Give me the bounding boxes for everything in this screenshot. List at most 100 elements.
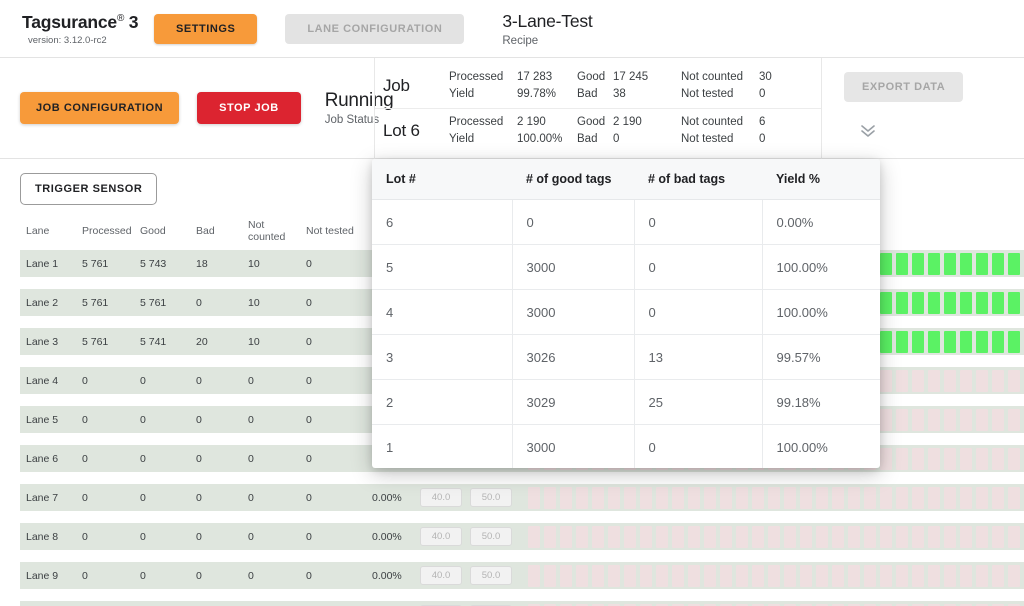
- lane-bar: [992, 330, 1004, 353]
- settings-button[interactable]: SETTINGS: [154, 13, 258, 44]
- lot-row[interactable]: 3 3026 13 99.57%: [372, 334, 880, 380]
- lane-bar: [656, 525, 668, 548]
- lane-bar: [880, 291, 892, 314]
- lane-cell-lane: Lane 7: [26, 491, 59, 504]
- lane-cell-not-tested: 0: [306, 491, 312, 504]
- lane-bar: [608, 564, 620, 587]
- lane-bar: [960, 447, 972, 470]
- lane-bar: [560, 486, 572, 509]
- lower-threshold-input[interactable]: 40.0: [420, 566, 462, 585]
- stop-job-button[interactable]: STOP JOB: [197, 92, 301, 124]
- app-title: Tagsurance® 3: [22, 12, 148, 33]
- lot-row[interactable]: 6 0 0 0.00%: [372, 199, 880, 245]
- lane-bar: [912, 252, 924, 275]
- lane-cell-lane: Lane 10: [20, 601, 76, 606]
- lane-bar: [992, 408, 1004, 431]
- double-chevron-down-icon[interactable]: [856, 120, 880, 142]
- lane-row[interactable]: Lane 9 0 0 0 0 0 0.00% 40.0 50.0: [20, 562, 1024, 589]
- lot-column-header[interactable]: # of good tags: [512, 159, 634, 200]
- stat-scope-label: Job: [383, 75, 410, 95]
- lot-cell-lot: 3: [372, 334, 513, 380]
- lane-bar: [960, 369, 972, 392]
- lane-bar: [928, 291, 940, 314]
- stat-line: Not tested 0: [681, 131, 789, 148]
- lane-bar: [832, 486, 844, 509]
- stat-line: Processed 2 190: [449, 114, 577, 131]
- lane-bar: [1008, 291, 1020, 314]
- lane-bar: [864, 564, 876, 587]
- lane-configuration-button: LANE CONFIGURATION: [285, 13, 465, 44]
- lot-table: Lot # # of good tags # of bad tags Yield % …: [372, 159, 880, 468]
- lane-row[interactable]: Lane 8 0 0 0 0 0 0.00% 40.0 50.0: [20, 523, 1024, 550]
- lane-bar: [608, 525, 620, 548]
- lane-cell-lane: Lane 2: [26, 296, 59, 309]
- job-configuration-button[interactable]: JOB CONFIGURATION: [20, 92, 180, 124]
- lane-bar: [1008, 408, 1020, 431]
- lane-cell-not-tested: 0: [306, 413, 312, 426]
- lane-bar: [672, 486, 684, 509]
- lane-cell-bad: 0: [196, 374, 202, 387]
- lane-cell-good: 5 741: [140, 335, 167, 348]
- lane-threshold-cell: 40.0: [414, 484, 464, 511]
- lane-row[interactable]: Lane 10000000.00%40.050.0: [20, 601, 1024, 606]
- lane-bar: [768, 486, 780, 509]
- stat-key: Good: [577, 116, 606, 128]
- lot-cell-bad: 0: [634, 244, 763, 290]
- upper-threshold-input[interactable]: 50.0: [470, 566, 512, 585]
- lane-bar: [976, 330, 988, 353]
- trigger-sensor-button[interactable]: TRIGGER SENSOR: [20, 173, 158, 205]
- lane-bar: [688, 486, 700, 509]
- stat-key: Good: [577, 70, 606, 83]
- lane-cell-processed: 0: [82, 374, 88, 387]
- top-header-bar: Tagsurance® 3 version: 3.12.0-rc2 SETTIN…: [0, 0, 1024, 58]
- lane-cell-good: 0: [140, 374, 146, 387]
- upper-threshold-input[interactable]: 50.0: [470, 488, 512, 507]
- stat-value: 2 190: [517, 116, 546, 128]
- lane-bar: [848, 486, 860, 509]
- lane-cell-processed: 0: [76, 601, 134, 606]
- lane-bar: [944, 525, 956, 548]
- lane-bar: [992, 291, 1004, 314]
- upper-threshold-input[interactable]: 50.0: [470, 527, 512, 546]
- lane-bar: [624, 486, 636, 509]
- lane-bar: [912, 291, 924, 314]
- lane-cell-lane: Lane 4: [26, 374, 59, 387]
- lane-bar-strip: [528, 564, 1024, 587]
- stat-line: Bad 0: [577, 131, 681, 148]
- stat-value: 0: [759, 133, 766, 145]
- stat-value: 6: [759, 116, 766, 128]
- lane-bar: [544, 486, 556, 509]
- lot-cell-bad: 25: [634, 379, 763, 425]
- stat-pair: Good 2 190 Bad 0: [577, 114, 681, 148]
- lane-bar: [896, 369, 908, 392]
- lot-cell-good: 3029: [512, 379, 635, 425]
- lot-column-header[interactable]: Yield %: [762, 159, 880, 200]
- lane-bar: [992, 525, 1004, 548]
- lot-cell-lot: 6: [372, 199, 513, 245]
- lower-threshold-input[interactable]: 40.0: [420, 488, 462, 507]
- lot-table-header: Lot # # of good tags # of bad tags Yield %: [372, 159, 880, 200]
- lane-bar: [944, 291, 956, 314]
- lane-bar: [880, 252, 892, 275]
- stat-line: Not counted 6: [681, 114, 789, 131]
- lot-row[interactable]: 4 3000 0 100.00%: [372, 289, 880, 335]
- lane-bar-chart-cell: [522, 484, 1024, 511]
- stat-pair: Processed 2 190 Yield 100.00%: [449, 114, 577, 148]
- lane-bar: [752, 486, 764, 509]
- lane-bar: [976, 291, 988, 314]
- lot-column-header[interactable]: # of bad tags: [634, 159, 762, 200]
- lane-cell-good: 0: [140, 413, 146, 426]
- lane-bar: [720, 486, 732, 509]
- stat-key: Processed: [449, 116, 504, 128]
- lot-row[interactable]: 2 3029 25 99.18%: [372, 379, 880, 425]
- lot-column-header[interactable]: Lot #: [372, 159, 512, 200]
- lower-threshold-input[interactable]: 40.0: [420, 527, 462, 546]
- lane-bar: [928, 447, 940, 470]
- lot-cell-bad: 0: [634, 199, 763, 245]
- lane-bar: [896, 525, 908, 548]
- lot-row[interactable]: 1 3000 0 100.00%: [372, 424, 880, 468]
- lane-bar: [800, 486, 812, 509]
- lane-row[interactable]: Lane 7 0 0 0 0 0 0.00% 40.0 50.0: [20, 484, 1024, 511]
- lane-bar: [912, 369, 924, 392]
- lot-row[interactable]: 5 3000 0 100.00%: [372, 244, 880, 290]
